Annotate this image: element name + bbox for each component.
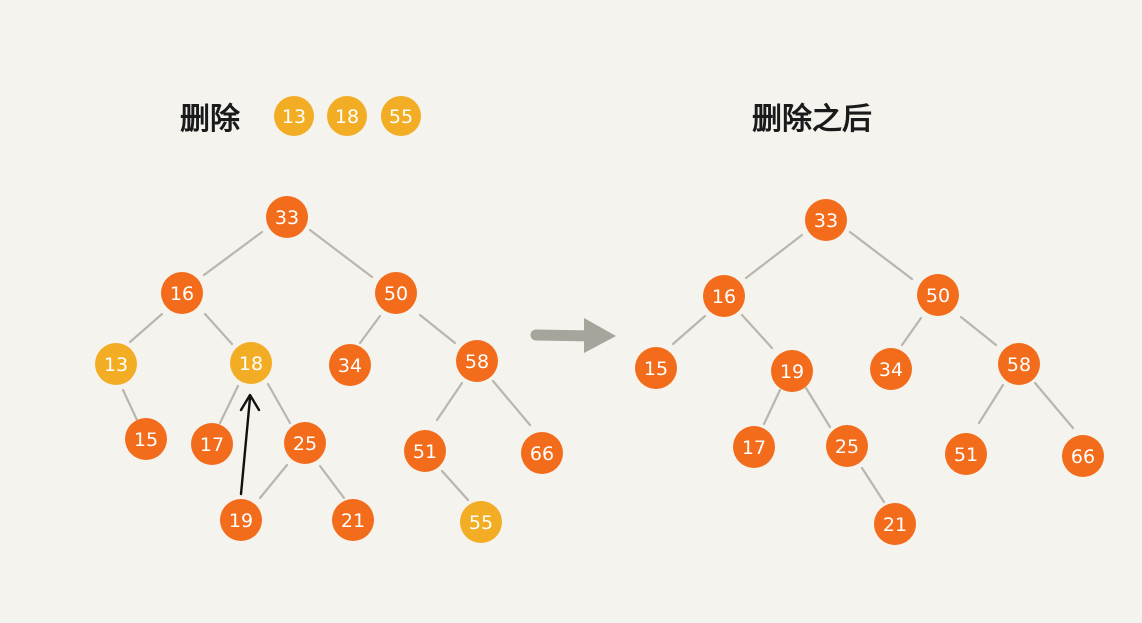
transition-arrow bbox=[530, 318, 616, 353]
node-label: 51 bbox=[413, 441, 437, 463]
node-label: 19 bbox=[229, 510, 253, 532]
tree-edge bbox=[848, 230, 914, 281]
tree-node: 21 bbox=[874, 503, 916, 545]
node-label: 15 bbox=[644, 358, 668, 380]
tree-edge bbox=[1033, 381, 1075, 430]
tree-node: 18 bbox=[230, 342, 272, 384]
right-tree-nodes: 33 16 50 15 19 34 58 17 25 51 66 21 bbox=[635, 199, 1104, 545]
tree-node: 58 bbox=[998, 343, 1040, 385]
tree-node: 17 bbox=[191, 423, 233, 465]
tree-edge bbox=[900, 316, 923, 347]
tree-node: 33 bbox=[266, 196, 308, 238]
node-label: 33 bbox=[275, 207, 299, 229]
tree-edge bbox=[318, 464, 346, 500]
tree-edge bbox=[218, 384, 240, 425]
node-label: 21 bbox=[341, 510, 365, 532]
node-label: 16 bbox=[170, 283, 194, 305]
tree-edge bbox=[740, 313, 774, 350]
tree-edge bbox=[860, 466, 886, 504]
bst-deletion-diagram: 删除 删除之后 13 18 55 33 16 50 13 18 34 58 15… bbox=[0, 0, 1142, 623]
tree-node: 33 bbox=[805, 199, 847, 241]
tree-edge bbox=[121, 388, 139, 422]
tree-node: 50 bbox=[375, 272, 417, 314]
node-label: 13 bbox=[104, 354, 128, 376]
left-title: 删除 bbox=[180, 102, 241, 137]
node-label: 18 bbox=[239, 353, 263, 375]
tree-node: 50 bbox=[917, 274, 959, 316]
tree-edge bbox=[266, 382, 292, 425]
tree-node: 25 bbox=[826, 425, 868, 467]
tree-edge bbox=[435, 381, 464, 422]
deleted-badge: 18 bbox=[327, 96, 367, 136]
tree-node: 17 bbox=[733, 426, 775, 468]
node-label: 66 bbox=[530, 443, 554, 465]
tree-edge bbox=[959, 315, 998, 347]
tree-node: 66 bbox=[1062, 435, 1104, 477]
tree-edge bbox=[440, 469, 470, 502]
tree-edge bbox=[258, 463, 289, 500]
tree-node: 34 bbox=[329, 344, 371, 386]
node-label: 34 bbox=[338, 355, 362, 377]
tree-node: 51 bbox=[945, 433, 987, 475]
node-label: 33 bbox=[814, 210, 838, 232]
right-title: 删除之后 bbox=[752, 102, 872, 137]
node-label: 55 bbox=[469, 512, 493, 534]
tree-node: 25 bbox=[284, 422, 326, 464]
tree-edge bbox=[358, 314, 382, 345]
tree-node: 19 bbox=[771, 350, 813, 392]
diagram-canvas: 删除 删除之后 13 18 55 33 16 50 13 18 34 58 15… bbox=[95, 96, 1104, 545]
node-label: 51 bbox=[954, 444, 978, 466]
tree-edge bbox=[762, 388, 782, 426]
node-label: 25 bbox=[293, 433, 317, 455]
deleted-badge-label: 13 bbox=[282, 106, 306, 128]
tree-node: 15 bbox=[635, 347, 677, 389]
deleted-badge-label: 18 bbox=[335, 106, 359, 128]
deleted-badge-label: 55 bbox=[389, 106, 413, 128]
node-label: 25 bbox=[835, 436, 859, 458]
node-label: 15 bbox=[134, 429, 158, 451]
node-label: 34 bbox=[879, 359, 903, 381]
node-label: 17 bbox=[742, 437, 766, 459]
node-label: 21 bbox=[883, 514, 907, 536]
left-tree-nodes: 33 16 50 13 18 34 58 15 17 25 51 66 19 2… bbox=[95, 196, 563, 543]
node-label: 58 bbox=[1007, 354, 1031, 376]
tree-edge bbox=[804, 386, 832, 429]
tree-node: 34 bbox=[870, 348, 912, 390]
node-label: 50 bbox=[926, 285, 950, 307]
tree-edge bbox=[128, 312, 164, 344]
node-label: 58 bbox=[465, 351, 489, 373]
tree-node: 66 bbox=[521, 432, 563, 474]
node-label: 17 bbox=[200, 434, 224, 456]
tree-edge bbox=[308, 228, 374, 279]
tree-node: 13 bbox=[95, 343, 137, 385]
tree-node: 21 bbox=[332, 499, 374, 541]
replacement-arrow bbox=[239, 393, 261, 496]
tree-node: 55 bbox=[460, 501, 502, 543]
tree-edge bbox=[671, 314, 707, 346]
node-label: 19 bbox=[780, 361, 804, 383]
tree-edge bbox=[977, 383, 1005, 425]
deleted-badge: 13 bbox=[274, 96, 314, 136]
tree-node: 15 bbox=[125, 418, 167, 460]
node-label: 50 bbox=[384, 283, 408, 305]
tree-edge bbox=[202, 230, 264, 277]
tree-edge bbox=[491, 379, 532, 427]
node-label: 66 bbox=[1071, 446, 1095, 468]
tree-node: 58 bbox=[456, 340, 498, 382]
deleted-badge: 55 bbox=[381, 96, 421, 136]
node-label: 16 bbox=[712, 286, 736, 308]
tree-edge bbox=[744, 233, 804, 280]
tree-edge bbox=[203, 312, 234, 346]
tree-node: 16 bbox=[703, 275, 745, 317]
tree-node: 16 bbox=[161, 272, 203, 314]
tree-node: 51 bbox=[404, 430, 446, 472]
tree-node: 19 bbox=[220, 499, 262, 541]
tree-edge bbox=[418, 313, 457, 345]
